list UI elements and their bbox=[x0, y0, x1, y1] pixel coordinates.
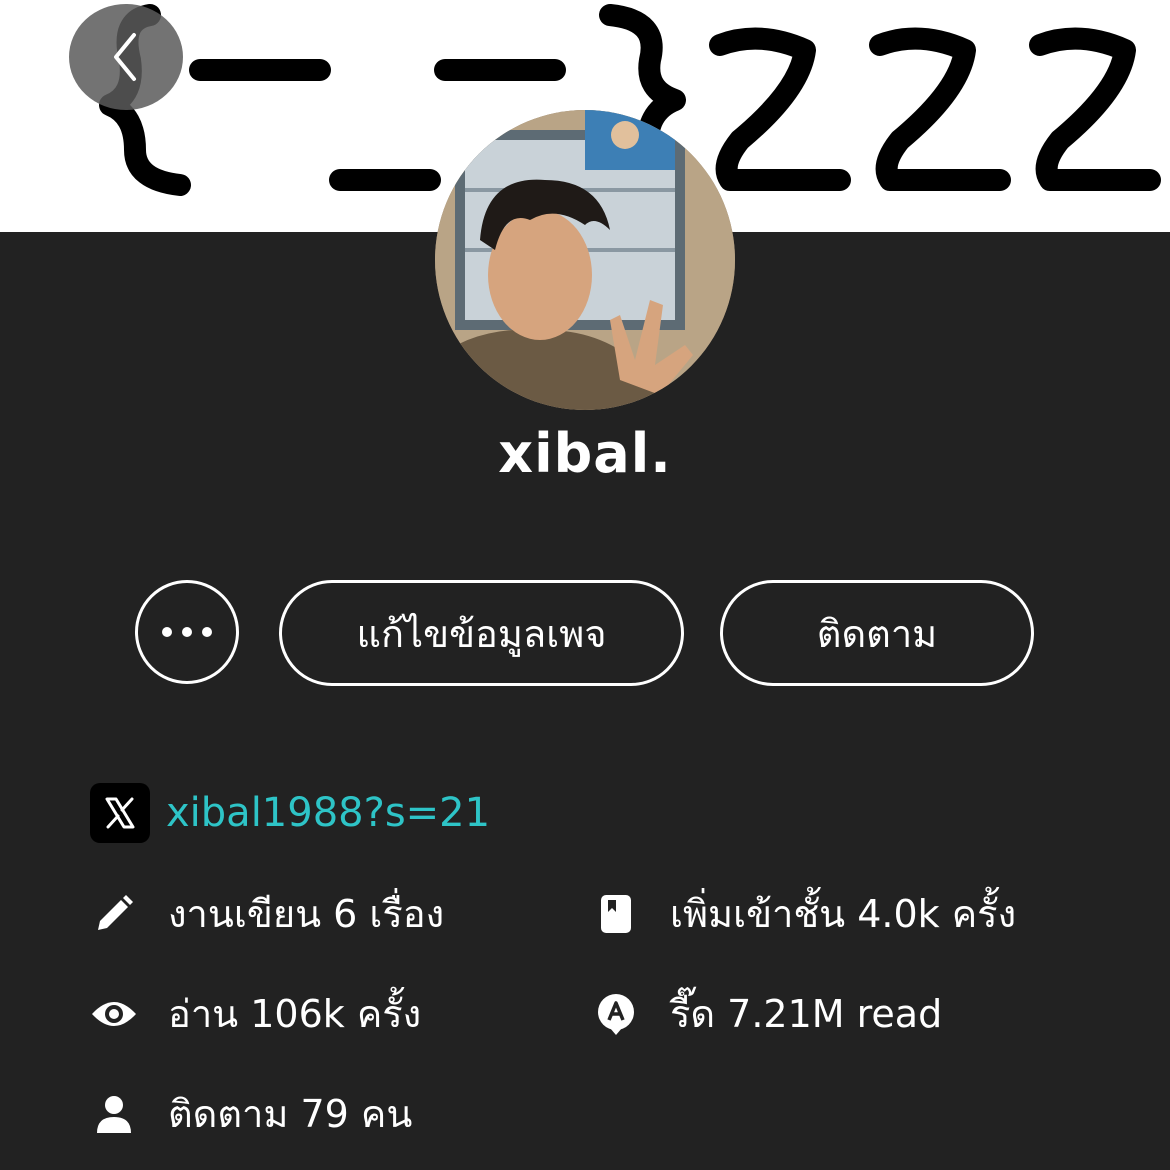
stat-followers-text: ติดตาม 79 คน bbox=[168, 1092, 413, 1136]
stat-reed: รี๊ด 7.21M read bbox=[592, 983, 942, 1044]
person-icon bbox=[90, 1090, 138, 1138]
avatar-photo bbox=[435, 110, 735, 410]
edit-page-label: แก้ไขข้อมูลเพจ bbox=[356, 611, 607, 656]
profile-name: xibal. bbox=[498, 422, 672, 485]
back-button[interactable] bbox=[69, 4, 183, 110]
stat-library: เพิ่มเข้าชั้น 4.0k ครั้ง bbox=[592, 883, 1016, 944]
pencil-icon bbox=[90, 890, 138, 938]
follow-button[interactable]: ติดตาม bbox=[720, 580, 1034, 686]
reed-coin-icon bbox=[592, 990, 640, 1038]
stat-reads-text: อ่าน 106k ครั้ง bbox=[168, 992, 422, 1036]
follow-label: ติดตาม bbox=[816, 611, 938, 656]
stat-reed-text: รี๊ด 7.21M read bbox=[670, 992, 943, 1036]
x-handle-link[interactable]: xibal1988?s=21 bbox=[166, 790, 490, 836]
avatar[interactable] bbox=[435, 110, 735, 410]
x-social-link-row[interactable]: xibal1988?s=21 bbox=[90, 783, 490, 843]
stat-works-text: งานเขียน 6 เรื่อง bbox=[168, 892, 445, 936]
more-options-button[interactable] bbox=[135, 580, 239, 684]
stat-works: งานเขียน 6 เรื่อง bbox=[90, 883, 444, 944]
x-logo-icon bbox=[90, 783, 150, 843]
stat-library-text: เพิ่มเข้าชั้น 4.0k ครั้ง bbox=[670, 892, 1017, 936]
bookmark-book-icon bbox=[592, 890, 640, 938]
stat-reads: อ่าน 106k ครั้ง bbox=[90, 983, 421, 1044]
edit-page-button[interactable]: แก้ไขข้อมูลเพจ bbox=[279, 580, 684, 686]
eye-icon bbox=[90, 990, 138, 1038]
stat-followers: ติดตาม 79 คน bbox=[90, 1083, 412, 1144]
ellipsis-icon bbox=[162, 627, 212, 637]
chevron-left-icon bbox=[114, 33, 136, 81]
